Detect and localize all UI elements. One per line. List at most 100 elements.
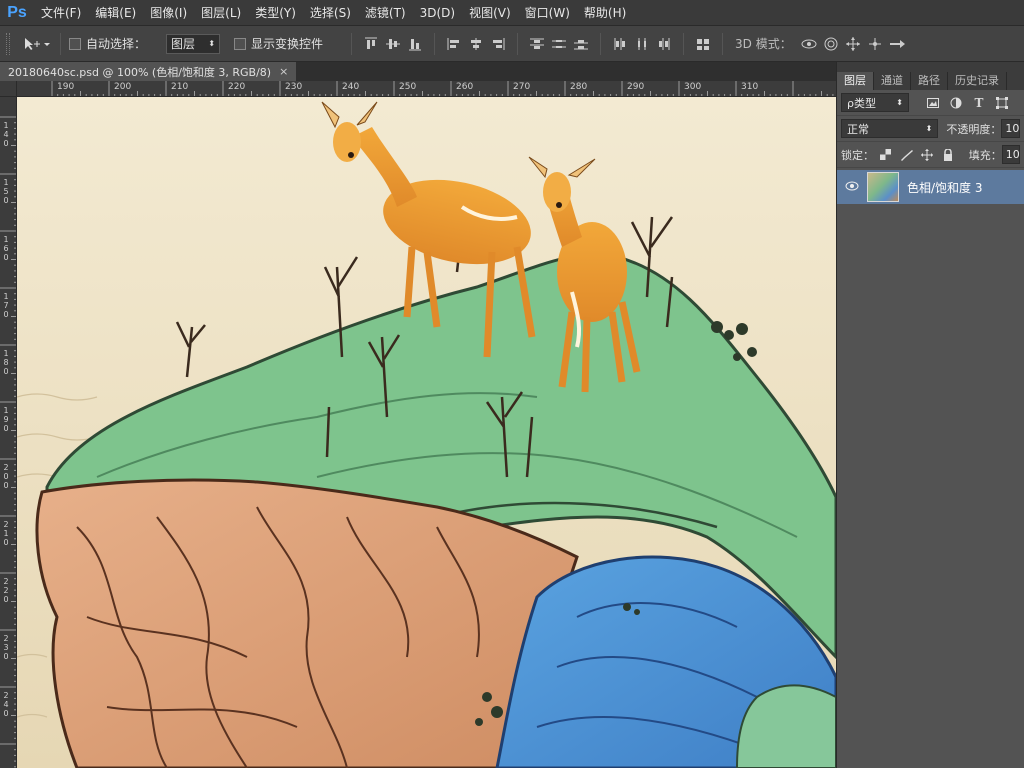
menu-window[interactable]: 窗口(W) bbox=[518, 0, 577, 26]
ruler-label: 270 bbox=[513, 82, 531, 92]
ruler-label: 230 bbox=[285, 82, 303, 92]
auto-select-checkbox[interactable] bbox=[69, 37, 81, 50]
close-icon[interactable]: × bbox=[279, 65, 288, 78]
menu-edit[interactable]: 编辑(E) bbox=[88, 0, 143, 26]
layer-filter-row: ρ类型 ⬍ T bbox=[837, 90, 1024, 116]
updown-icon: ⬍ bbox=[208, 39, 216, 48]
options-bar: 自动选择： 图层 ⬍ 显示变换控件 3D 模式： bbox=[0, 26, 1024, 62]
cliff-rock bbox=[35, 478, 579, 768]
filter-type-icon[interactable]: T bbox=[969, 93, 989, 113]
filter-pixel-icon[interactable] bbox=[923, 93, 943, 113]
distribute-bottom-icon[interactable] bbox=[570, 33, 592, 55]
horizontal-ruler[interactable]: 190 200 210 220 230 240 250 260 270 280 … bbox=[17, 81, 836, 97]
layers-panel: 图层 通道 路径 历史记录 ρ类型 ⬍ T 正常 ⬍ 不透明度： 10 锁定： … bbox=[836, 62, 1024, 768]
panel-tabs: 图层 通道 路径 历史记录 bbox=[837, 62, 1024, 90]
tab-paths[interactable]: 路径 bbox=[911, 72, 948, 90]
align-vcenter-icon[interactable] bbox=[382, 33, 404, 55]
ruler-label: 220 bbox=[228, 82, 246, 92]
distribute-right-icon[interactable] bbox=[653, 33, 675, 55]
ruler-label: 220 bbox=[3, 577, 9, 604]
menu-file[interactable]: 文件(F) bbox=[34, 0, 88, 26]
align-left-icon[interactable] bbox=[443, 33, 465, 55]
distribute-left-icon[interactable] bbox=[609, 33, 631, 55]
separator bbox=[351, 32, 353, 55]
ruler-origin[interactable] bbox=[0, 81, 17, 97]
menu-3d[interactable]: 3D(D) bbox=[413, 0, 462, 26]
document-title: 20180640sc.psd @ 100% (色相/饱和度 3, RGB/8) bbox=[8, 65, 272, 79]
align-hcenter-icon[interactable] bbox=[465, 33, 487, 55]
landscape-painting bbox=[17, 97, 836, 768]
3d-roll-icon[interactable] bbox=[820, 33, 842, 55]
3d-slide-icon[interactable] bbox=[864, 33, 886, 55]
align-top-icon[interactable] bbox=[360, 33, 382, 55]
updown-icon: ⬍ bbox=[896, 98, 903, 107]
3d-scale-icon[interactable] bbox=[886, 33, 908, 55]
ruler-label: 310 bbox=[741, 82, 759, 92]
tab-layers[interactable]: 图层 bbox=[837, 72, 874, 90]
eye-icon[interactable] bbox=[845, 180, 861, 194]
separator bbox=[60, 32, 61, 55]
menu-type[interactable]: 类型(Y) bbox=[248, 0, 303, 26]
3d-mode-label: 3D 模式： bbox=[735, 37, 792, 51]
ruler-label: 200 bbox=[114, 82, 132, 92]
3d-pan-icon[interactable] bbox=[842, 33, 864, 55]
separator bbox=[722, 32, 724, 55]
tab-channels[interactable]: 通道 bbox=[874, 72, 911, 90]
ruler-label: 210 bbox=[171, 82, 189, 92]
lock-all-icon[interactable] bbox=[939, 145, 957, 165]
blend-opacity-row: 正常 ⬍ 不透明度： 10 bbox=[837, 116, 1024, 142]
menu-help[interactable]: 帮助(H) bbox=[577, 0, 633, 26]
document-canvas[interactable] bbox=[17, 97, 836, 768]
options-grip[interactable] bbox=[6, 32, 10, 55]
vertical-ruler[interactable]: 140 150 160 170 180 190 200 210 220 230 … bbox=[0, 97, 17, 768]
document-tab[interactable]: 20180640sc.psd @ 100% (色相/饱和度 3, RGB/8) … bbox=[0, 62, 297, 81]
align-right-icon[interactable] bbox=[487, 33, 509, 55]
auto-select-target-dropdown[interactable]: 图层 ⬍ bbox=[166, 33, 221, 54]
lock-position-icon[interactable] bbox=[918, 145, 936, 165]
ruler-label: 230 bbox=[3, 634, 9, 661]
blend-mode-dropdown[interactable]: 正常 ⬍ bbox=[841, 119, 939, 138]
ruler-label: 160 bbox=[3, 235, 9, 262]
ruler-label: 150 bbox=[3, 178, 9, 205]
ruler-label: 240 bbox=[3, 691, 9, 718]
layer-name[interactable]: 色相/饱和度 3 bbox=[907, 179, 983, 196]
fill-label: 填充： bbox=[968, 148, 1002, 162]
ruler-label: 200 bbox=[3, 463, 9, 490]
menu-select[interactable]: 选择(S) bbox=[303, 0, 358, 26]
layer-filter-kind-dropdown[interactable]: ρ类型 ⬍ bbox=[841, 93, 909, 112]
menu-image[interactable]: 图像(I) bbox=[143, 0, 194, 26]
auto-select-toggle[interactable]: 自动选择： bbox=[69, 35, 156, 52]
layer-item[interactable]: 色相/饱和度 3 bbox=[837, 170, 1024, 204]
separator bbox=[434, 32, 436, 55]
move-tool-icon[interactable] bbox=[20, 33, 52, 55]
show-transform-checkbox[interactable] bbox=[234, 37, 247, 50]
filter-adjustment-icon[interactable] bbox=[946, 93, 966, 113]
ruler-label: 190 bbox=[3, 406, 9, 433]
auto-select-target-value: 图层 bbox=[171, 37, 196, 51]
menu-filter[interactable]: 滤镜(T) bbox=[358, 0, 413, 26]
lock-brush-icon[interactable] bbox=[898, 145, 916, 165]
distribute-vcenter-icon[interactable] bbox=[548, 33, 570, 55]
opacity-input[interactable]: 10 bbox=[1001, 119, 1020, 138]
align-bottom-icon[interactable] bbox=[404, 33, 426, 55]
menu-view[interactable]: 视图(V) bbox=[462, 0, 518, 26]
distribute-hcenter-icon[interactable] bbox=[631, 33, 653, 55]
show-transform-toggle[interactable]: 显示变换控件 bbox=[234, 35, 333, 52]
ruler-label: 240 bbox=[342, 82, 360, 92]
fill-input[interactable]: 10 bbox=[1001, 145, 1021, 164]
lock-transparent-icon[interactable] bbox=[877, 145, 895, 165]
auto-align-icon[interactable] bbox=[692, 33, 714, 55]
distribute-top-icon[interactable] bbox=[526, 33, 548, 55]
show-transform-label: 显示变换控件 bbox=[251, 37, 324, 51]
ruler-label: 140 bbox=[3, 121, 9, 148]
photoshop-logo: Ps bbox=[7, 3, 27, 21]
menu-layer[interactable]: 图层(L) bbox=[194, 0, 248, 26]
3d-orbit-icon[interactable] bbox=[798, 33, 820, 55]
document-tab-bar: 20180640sc.psd @ 100% (色相/饱和度 3, RGB/8) … bbox=[0, 62, 836, 81]
auto-select-label: 自动选择： bbox=[86, 37, 147, 51]
tab-history[interactable]: 历史记录 bbox=[948, 72, 1007, 90]
ruler-label: 300 bbox=[684, 82, 702, 92]
filter-shape-icon[interactable] bbox=[992, 93, 1012, 113]
layer-thumbnail bbox=[867, 172, 899, 202]
separator bbox=[517, 32, 519, 55]
